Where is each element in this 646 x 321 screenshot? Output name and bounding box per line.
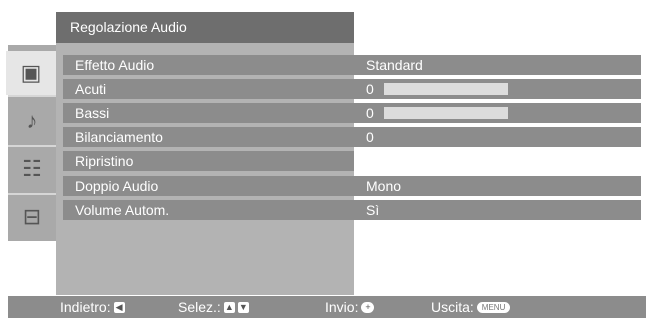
footer-back-label: Indietro: bbox=[60, 299, 111, 315]
arrow-down-icon: ▼ bbox=[237, 301, 249, 313]
menu-row-auto-volume[interactable]: Volume Autom. Sì bbox=[63, 200, 641, 220]
menu-row-value: Mono bbox=[354, 176, 641, 196]
page-title: Regolazione Audio bbox=[56, 12, 354, 43]
menu-row-value: 0 bbox=[366, 81, 374, 97]
bass-level-bar[interactable] bbox=[384, 107, 508, 119]
menu-row-balance[interactable]: Bilanciamento 0 bbox=[63, 127, 641, 147]
footer-help-bar: Indietro: ◀ Selez.: ▲ ▼ Invio: + Uscita:… bbox=[8, 296, 646, 318]
menu-row-reset[interactable]: Ripristino bbox=[63, 151, 641, 171]
menu-row-value: 0 bbox=[366, 105, 374, 121]
sidebar-divider bbox=[8, 95, 56, 97]
music-note-icon: ♪ bbox=[26, 108, 38, 133]
footer-enter-label: Invio: bbox=[325, 299, 359, 315]
menu-row-label: Effetto Audio bbox=[63, 55, 354, 75]
toolbox-icon: ⊟ bbox=[22, 204, 42, 229]
menu-row-label: Bilanciamento bbox=[63, 127, 354, 147]
arrow-up-icon: ▲ bbox=[223, 301, 235, 313]
menu-row-value: Standard bbox=[354, 55, 641, 75]
footer-select-label: Selez.: bbox=[178, 299, 221, 315]
sidebar-item-sound[interactable]: ♪ bbox=[8, 99, 56, 143]
sidebar-item-setup[interactable]: ⊟ bbox=[8, 195, 56, 239]
menu-row-treble[interactable]: Acuti 0 bbox=[63, 79, 641, 99]
menu-row-value bbox=[354, 151, 641, 171]
features-icon: ☷ bbox=[22, 156, 42, 181]
menu-row-value-box: 0 bbox=[354, 103, 641, 123]
menu-row-label: Bassi bbox=[63, 103, 354, 123]
sidebar-item-features[interactable]: ☷ bbox=[8, 147, 56, 191]
menu-row-value: Sì bbox=[354, 200, 641, 220]
treble-level-bar[interactable] bbox=[384, 83, 508, 95]
menu-row-label: Acuti bbox=[63, 79, 354, 99]
menu-row-label: Doppio Audio bbox=[63, 176, 354, 196]
menu-key-icon: MENU bbox=[476, 301, 511, 313]
menu-row-value-box: 0 bbox=[354, 79, 641, 99]
footer-back: Indietro: ◀ bbox=[60, 296, 125, 318]
menu-row-bass[interactable]: Bassi 0 bbox=[63, 103, 641, 123]
menu-row-audio-effect[interactable]: Effetto Audio Standard bbox=[63, 55, 641, 75]
arrow-left-icon: ◀ bbox=[113, 301, 125, 313]
enter-key-icon: + bbox=[361, 301, 375, 313]
footer-select: Selez.: ▲ ▼ bbox=[178, 296, 249, 318]
menu-row-dual-audio[interactable]: Doppio Audio Mono bbox=[63, 176, 641, 196]
menu-row-label: Ripristino bbox=[63, 151, 354, 171]
menu-row-value: 0 bbox=[354, 127, 641, 147]
menu-row-label: Volume Autom. bbox=[63, 200, 354, 220]
footer-exit: Uscita: MENU bbox=[431, 296, 511, 318]
footer-enter: Invio: + bbox=[325, 296, 375, 318]
sidebar-item-picture[interactable]: ▣ bbox=[6, 51, 56, 95]
sidebar: ▣ ♪ ☷ ⊟ bbox=[6, 45, 56, 241]
footer-exit-label: Uscita: bbox=[431, 299, 474, 315]
picture-icon: ▣ bbox=[20, 60, 42, 85]
